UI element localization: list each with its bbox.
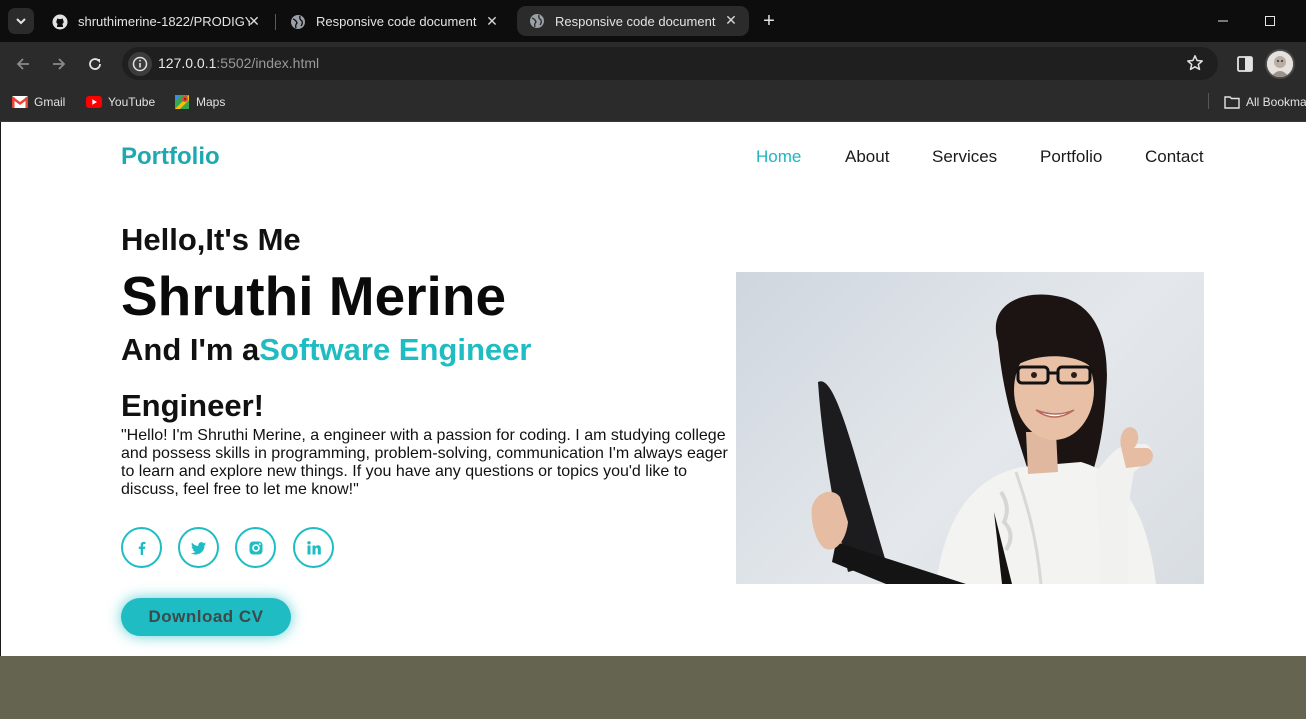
download-cv-button[interactable]: Download CV	[121, 598, 291, 636]
arrow-left-icon	[16, 58, 29, 70]
new-tab-button[interactable]: +	[757, 9, 781, 33]
maps-icon	[174, 94, 190, 110]
close-icon[interactable]: ✕	[484, 13, 500, 29]
facebook-link[interactable]	[121, 527, 162, 568]
url-text[interactable]: 127.0.0.1:5502/index.html	[158, 55, 319, 71]
reload-button[interactable]	[81, 50, 109, 78]
bookmarks-divider	[1208, 93, 1209, 109]
hero-bio: "Hello! I'm Shruthi Merine, a engineer w…	[121, 427, 728, 498]
site-info-button[interactable]	[128, 52, 152, 76]
tab-title: Responsive code document	[555, 13, 716, 29]
hero-role-line2: Engineer!	[121, 388, 264, 423]
back-button[interactable]	[9, 50, 37, 78]
bookmark-label: Gmail	[34, 95, 66, 109]
role-accent: Software Engineer	[259, 332, 532, 367]
url-path: :5502/index.html	[216, 55, 320, 71]
nav-services[interactable]: Services	[932, 147, 997, 167]
role-prefix: And I'm a	[121, 332, 260, 367]
site-logo[interactable]: Portfolio	[121, 143, 220, 171]
page-footer-band	[0, 656, 1306, 719]
hero-role: And I'm aSoftware Engineer	[121, 332, 531, 368]
tab-divider	[275, 14, 276, 30]
linkedin-icon	[306, 540, 321, 554]
tab-responsive-active[interactable]: Responsive code document ✕	[517, 6, 749, 36]
minimize-button[interactable]	[1200, 0, 1246, 42]
forward-button[interactable]	[45, 50, 73, 78]
globe-icon	[290, 14, 306, 30]
tab-search-button[interactable]	[8, 8, 34, 34]
bookmark-youtube[interactable]: YouTube	[86, 94, 155, 110]
tab-github[interactable]: shruthimerine-1822/PRODIGY_\ ✕	[40, 7, 272, 36]
all-bookmarks[interactable]: All Bookma	[1224, 94, 1306, 110]
maximize-button[interactable]	[1247, 0, 1293, 42]
linkedin-link[interactable]	[293, 527, 334, 568]
bookmark-star-icon[interactable]	[1186, 54, 1204, 72]
tab-responsive-1[interactable]: Responsive code document ✕	[278, 7, 510, 36]
side-panel-icon[interactable]	[1236, 55, 1254, 73]
github-icon	[52, 14, 68, 30]
arrow-right-icon	[53, 58, 66, 70]
folder-icon	[1224, 94, 1240, 110]
bookmark-label: Maps	[196, 95, 226, 109]
address-bar[interactable]: 127.0.0.1:5502/index.html	[122, 47, 1218, 80]
bookmark-label: All Bookma	[1246, 95, 1306, 109]
hero-photo	[736, 272, 1204, 584]
avatar-icon	[1267, 51, 1293, 77]
tab-strip: shruthimerine-1822/PRODIGY_\ ✕ Responsiv…	[0, 0, 1306, 42]
facebook-icon	[138, 541, 145, 555]
globe-icon	[529, 13, 545, 29]
url-host: 127.0.0.1	[158, 55, 217, 71]
close-icon[interactable]: ✕	[723, 12, 739, 28]
page-viewport: Portfolio Home About Services Portfolio …	[0, 122, 1306, 656]
youtube-icon	[86, 94, 102, 110]
close-icon[interactable]: ✕	[246, 13, 262, 29]
chevron-down-icon	[16, 18, 26, 25]
twitter-icon	[190, 541, 206, 554]
bookmarks-bar: Gmail YouTube Maps All Bookma	[0, 86, 1306, 122]
info-icon	[132, 56, 148, 72]
profile-avatar[interactable]	[1265, 49, 1295, 79]
bookmark-label: YouTube	[108, 95, 156, 109]
instagram-link[interactable]	[235, 527, 276, 568]
minimize-icon	[1218, 20, 1228, 22]
maximize-icon	[1265, 16, 1275, 26]
tab-title: Responsive code document	[316, 14, 477, 29]
tab-title: shruthimerine-1822/PRODIGY_\	[78, 14, 250, 29]
nav-home[interactable]: Home	[756, 147, 801, 167]
hero-name: Shruthi Merine	[121, 265, 507, 327]
twitter-link[interactable]	[178, 527, 219, 568]
gmail-icon	[12, 94, 28, 110]
hero-greeting: Hello,It's Me	[121, 222, 301, 257]
nav-contact[interactable]: Contact	[1145, 147, 1204, 167]
nav-about[interactable]: About	[845, 147, 889, 167]
reload-icon	[89, 58, 101, 70]
bookmark-maps[interactable]: Maps	[174, 94, 225, 110]
bookmark-gmail[interactable]: Gmail	[12, 94, 65, 110]
browser-toolbar: 127.0.0.1:5502/index.html	[0, 42, 1306, 86]
instagram-icon	[249, 541, 262, 554]
nav-portfolio[interactable]: Portfolio	[1040, 147, 1102, 167]
